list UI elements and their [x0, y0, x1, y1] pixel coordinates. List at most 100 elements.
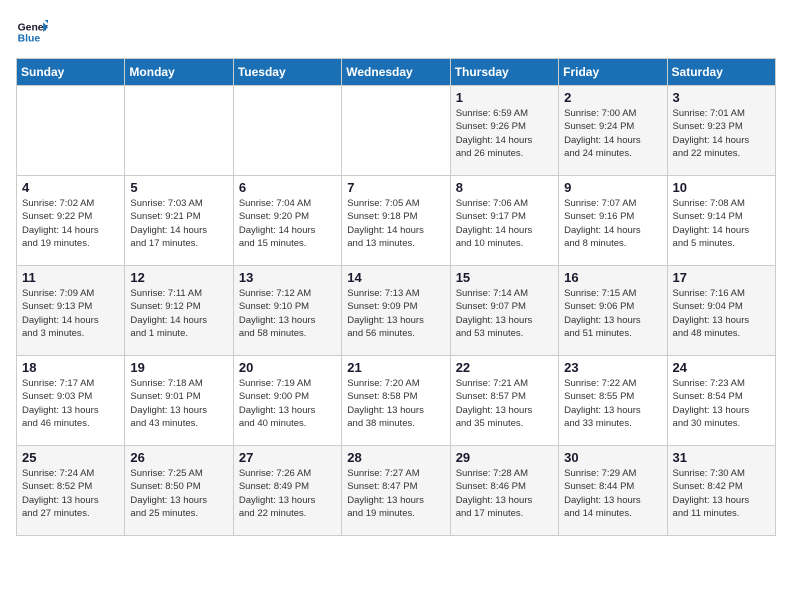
day-number: 3 — [673, 90, 770, 105]
day-number: 9 — [564, 180, 661, 195]
calendar-cell: 24 Sunrise: 7:23 AM Sunset: 8:54 PM Dayli… — [667, 356, 775, 446]
calendar-cell: 26Sunrise: 7:25 AM Sunset: 8:50 PM Dayli… — [125, 446, 233, 536]
day-number: 10 — [673, 180, 770, 195]
weekday-header: Tuesday — [233, 59, 341, 86]
day-info: Sunrise: 7:24 AM Sunset: 8:52 PM Dayligh… — [22, 467, 119, 520]
calendar-cell: 10 Sunrise: 7:08 AM Sunset: 9:14 PM Dayli… — [667, 176, 775, 266]
day-info: Sunrise: 7:09 AM Sunset: 9:13 PM Dayligh… — [22, 287, 119, 340]
calendar-cell — [342, 86, 450, 176]
calendar-cell: 31 Sunrise: 7:30 AM Sunset: 8:42 PM Dayli… — [667, 446, 775, 536]
calendar-cell: 7 Sunrise: 7:05 AM Sunset: 9:18 PM Daylig… — [342, 176, 450, 266]
weekday-header: Monday — [125, 59, 233, 86]
calendar-week-row: 1 Sunrise: 6:59 AM Sunset: 9:26 PM Daylig… — [17, 86, 776, 176]
calendar-table: SundayMondayTuesdayWednesdayThursdayFrid… — [16, 58, 776, 536]
day-info: Sunrise: 7:03 AM Sunset: 9:21 PM Dayligh… — [130, 197, 227, 250]
weekday-header: Sunday — [17, 59, 125, 86]
day-info: Sunrise: 7:11 AM Sunset: 9:12 PM Dayligh… — [130, 287, 227, 340]
calendar-cell — [125, 86, 233, 176]
day-info: Sunrise: 7:19 AM Sunset: 9:00 PM Dayligh… — [239, 377, 336, 430]
weekday-header-row: SundayMondayTuesdayWednesdayThursdayFrid… — [17, 59, 776, 86]
day-info: Sunrise: 7:26 AM Sunset: 8:49 PM Dayligh… — [239, 467, 336, 520]
day-info: Sunrise: 7:29 AM Sunset: 8:44 PM Dayligh… — [564, 467, 661, 520]
weekday-header: Wednesday — [342, 59, 450, 86]
day-number: 16 — [564, 270, 661, 285]
calendar-cell: 8 Sunrise: 7:06 AM Sunset: 9:17 PM Daylig… — [450, 176, 558, 266]
calendar-cell: 9 Sunrise: 7:07 AM Sunset: 9:16 PM Daylig… — [559, 176, 667, 266]
calendar-cell: 2Sunrise: 7:00 AM Sunset: 9:24 PM Daylig… — [559, 86, 667, 176]
day-number: 19 — [130, 360, 227, 375]
day-number: 31 — [673, 450, 770, 465]
day-number: 6 — [239, 180, 336, 195]
calendar-cell — [17, 86, 125, 176]
logo-icon: General Blue — [16, 16, 48, 48]
day-info: Sunrise: 7:05 AM Sunset: 9:18 PM Dayligh… — [347, 197, 444, 250]
day-number: 15 — [456, 270, 553, 285]
day-number: 4 — [22, 180, 119, 195]
day-info: Sunrise: 7:23 AM Sunset: 8:54 PM Dayligh… — [673, 377, 770, 430]
day-number: 24 — [673, 360, 770, 375]
day-number: 17 — [673, 270, 770, 285]
calendar-cell: 21Sunrise: 7:20 AM Sunset: 8:58 PM Dayli… — [342, 356, 450, 446]
calendar-cell: 30 Sunrise: 7:29 AM Sunset: 8:44 PM Dayli… — [559, 446, 667, 536]
weekday-header: Saturday — [667, 59, 775, 86]
svg-text:Blue: Blue — [18, 34, 41, 45]
day-info: Sunrise: 7:14 AM Sunset: 9:07 PM Dayligh… — [456, 287, 553, 340]
day-number: 7 — [347, 180, 444, 195]
day-number: 5 — [130, 180, 227, 195]
day-info: Sunrise: 7:22 AM Sunset: 8:55 PM Dayligh… — [564, 377, 661, 430]
calendar-cell: 5 Sunrise: 7:03 AM Sunset: 9:21 PM Daylig… — [125, 176, 233, 266]
calendar-cell: 25Sunrise: 7:24 AM Sunset: 8:52 PM Dayli… — [17, 446, 125, 536]
day-number: 8 — [456, 180, 553, 195]
day-info: Sunrise: 7:30 AM Sunset: 8:42 PM Dayligh… — [673, 467, 770, 520]
day-number: 30 — [564, 450, 661, 465]
calendar-cell: 13 Sunrise: 7:12 AM Sunset: 9:10 PM Dayli… — [233, 266, 341, 356]
day-info: Sunrise: 7:18 AM Sunset: 9:01 PM Dayligh… — [130, 377, 227, 430]
day-info: Sunrise: 7:02 AM Sunset: 9:22 PM Dayligh… — [22, 197, 119, 250]
day-number: 26 — [130, 450, 227, 465]
day-number: 27 — [239, 450, 336, 465]
calendar-cell: 12Sunrise: 7:11 AM Sunset: 9:12 PM Dayli… — [125, 266, 233, 356]
day-info: Sunrise: 7:12 AM Sunset: 9:10 PM Dayligh… — [239, 287, 336, 340]
day-info: Sunrise: 7:27 AM Sunset: 8:47 PM Dayligh… — [347, 467, 444, 520]
day-number: 1 — [456, 90, 553, 105]
calendar-week-row: 18Sunrise: 7:17 AM Sunset: 9:03 PM Dayli… — [17, 356, 776, 446]
day-info: Sunrise: 7:01 AM Sunset: 9:23 PM Dayligh… — [673, 107, 770, 160]
calendar-cell: 17 Sunrise: 7:16 AM Sunset: 9:04 PM Dayli… — [667, 266, 775, 356]
calendar-week-row: 4 Sunrise: 7:02 AM Sunset: 9:22 PM Daylig… — [17, 176, 776, 266]
day-number: 14 — [347, 270, 444, 285]
day-info: Sunrise: 7:04 AM Sunset: 9:20 PM Dayligh… — [239, 197, 336, 250]
day-number: 2 — [564, 90, 661, 105]
day-number: 23 — [564, 360, 661, 375]
day-info: Sunrise: 7:28 AM Sunset: 8:46 PM Dayligh… — [456, 467, 553, 520]
calendar-cell: 20 Sunrise: 7:19 AM Sunset: 9:00 PM Dayli… — [233, 356, 341, 446]
day-info: Sunrise: 7:08 AM Sunset: 9:14 PM Dayligh… — [673, 197, 770, 250]
weekday-header: Thursday — [450, 59, 558, 86]
page-header: General Blue — [16, 16, 776, 48]
day-info: Sunrise: 7:07 AM Sunset: 9:16 PM Dayligh… — [564, 197, 661, 250]
day-number: 11 — [22, 270, 119, 285]
day-info: Sunrise: 7:16 AM Sunset: 9:04 PM Dayligh… — [673, 287, 770, 340]
calendar-cell: 4 Sunrise: 7:02 AM Sunset: 9:22 PM Daylig… — [17, 176, 125, 266]
calendar-cell: 11 Sunrise: 7:09 AM Sunset: 9:13 PM Dayli… — [17, 266, 125, 356]
calendar-cell: 23 Sunrise: 7:22 AM Sunset: 8:55 PM Dayli… — [559, 356, 667, 446]
calendar-week-row: 25Sunrise: 7:24 AM Sunset: 8:52 PM Dayli… — [17, 446, 776, 536]
day-info: Sunrise: 7:15 AM Sunset: 9:06 PM Dayligh… — [564, 287, 661, 340]
calendar-cell — [233, 86, 341, 176]
calendar-cell: 6 Sunrise: 7:04 AM Sunset: 9:20 PM Daylig… — [233, 176, 341, 266]
day-info: Sunrise: 6:59 AM Sunset: 9:26 PM Dayligh… — [456, 107, 553, 160]
day-number: 20 — [239, 360, 336, 375]
calendar-cell: 19 Sunrise: 7:18 AM Sunset: 9:01 PM Dayli… — [125, 356, 233, 446]
day-info: Sunrise: 7:20 AM Sunset: 8:58 PM Dayligh… — [347, 377, 444, 430]
calendar-cell: 16 Sunrise: 7:15 AM Sunset: 9:06 PM Dayli… — [559, 266, 667, 356]
calendar-cell: 28Sunrise: 7:27 AM Sunset: 8:47 PM Dayli… — [342, 446, 450, 536]
calendar-cell: 27 Sunrise: 7:26 AM Sunset: 8:49 PM Dayli… — [233, 446, 341, 536]
day-number: 13 — [239, 270, 336, 285]
calendar-cell: 22Sunrise: 7:21 AM Sunset: 8:57 PM Dayli… — [450, 356, 558, 446]
day-info: Sunrise: 7:06 AM Sunset: 9:17 PM Dayligh… — [456, 197, 553, 250]
calendar-cell: 3 Sunrise: 7:01 AM Sunset: 9:23 PM Daylig… — [667, 86, 775, 176]
weekday-header: Friday — [559, 59, 667, 86]
day-number: 18 — [22, 360, 119, 375]
calendar-cell: 1 Sunrise: 6:59 AM Sunset: 9:26 PM Daylig… — [450, 86, 558, 176]
day-number: 22 — [456, 360, 553, 375]
calendar-week-row: 11 Sunrise: 7:09 AM Sunset: 9:13 PM Dayli… — [17, 266, 776, 356]
